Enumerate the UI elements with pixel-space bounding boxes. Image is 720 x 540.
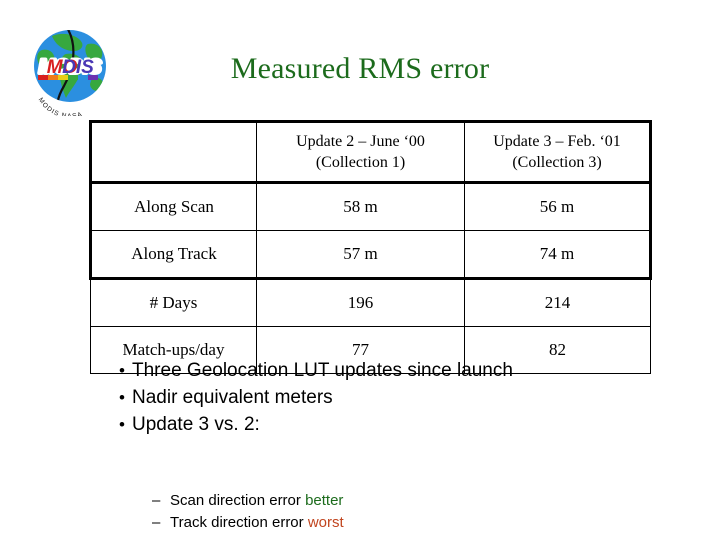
sub-bullet-list: – Scan direction error better – Track di…: [152, 490, 572, 534]
cell-days-update3: 214: [464, 278, 651, 327]
table-row: Along Track 57 m 74 m: [89, 230, 652, 280]
table-row: # Days 196 214: [90, 278, 651, 327]
list-item: – Scan direction error better: [152, 490, 572, 512]
sub-bullet-keyword-worst: worst: [307, 514, 344, 531]
sub-bullet-row-2: Track direction error worst: [170, 512, 572, 534]
bullet-text-3: Update 3 vs. 2:: [132, 414, 260, 435]
row-label-days: # Days: [90, 278, 257, 327]
column-header-update3-line2: (Collection 3): [512, 154, 602, 171]
cell-along-scan-update3: 56 m: [464, 181, 652, 231]
bullet-marker-icon: •: [119, 361, 125, 380]
column-header-update3: Update 3 – Feb. ‘01 (Collection 3): [464, 120, 652, 183]
bullet-text-2: Nadir equivalent meters: [132, 387, 333, 408]
row-label-along-scan: Along Scan: [89, 181, 257, 231]
table-corner-cell: [89, 120, 257, 183]
sub-bullet-row-1: Scan direction error better: [170, 490, 572, 512]
bullet-list: • Three Geolocation LUT updates since la…: [112, 358, 612, 439]
cell-along-scan-update2: 58 m: [256, 181, 465, 231]
sub-bullet-text-2: Track direction error: [170, 514, 308, 531]
cell-days-update2: 196: [256, 278, 465, 327]
list-item: – Track direction error worst: [152, 512, 572, 534]
column-header-update2: Update 2 – June ‘00 (Collection 1): [256, 120, 465, 183]
sub-bullet-text-1: Scan direction error: [170, 492, 306, 509]
dash-marker-icon: –: [152, 492, 161, 509]
row-label-along-track: Along Track: [89, 230, 257, 280]
column-header-update3-line1: Update 3 – Feb. ‘01: [493, 133, 621, 150]
table-header-row: Update 2 – June ‘00 (Collection 1) Updat…: [89, 120, 652, 183]
bullet-marker-icon: •: [119, 415, 125, 434]
bullet-marker-icon: •: [119, 388, 125, 407]
cell-along-track-update3: 74 m: [464, 230, 652, 280]
rms-error-table: Update 2 – June ‘00 (Collection 1) Updat…: [89, 120, 652, 374]
column-header-update2-line2: (Collection 1): [315, 154, 406, 171]
list-item: • Three Geolocation LUT updates since la…: [112, 358, 612, 383]
bullet-text-1: Three Geolocation LUT updates since laun…: [132, 360, 513, 381]
list-item: • Nadir equivalent meters: [112, 385, 612, 410]
sub-bullet-keyword-better: better: [305, 492, 344, 509]
cell-along-track-update2: 57 m: [256, 230, 465, 280]
table-row: Along Scan 58 m 56 m: [89, 181, 652, 231]
slide-canvas: MODIS MO DIS MODIS NASA Measured RMS err…: [0, 0, 720, 540]
column-header-update2-line1: Update 2 – June ‘00: [296, 133, 425, 150]
page-title: Measured RMS error: [230, 52, 490, 85]
dash-marker-icon: –: [152, 514, 161, 531]
list-item: • Update 3 vs. 2:: [112, 412, 612, 437]
